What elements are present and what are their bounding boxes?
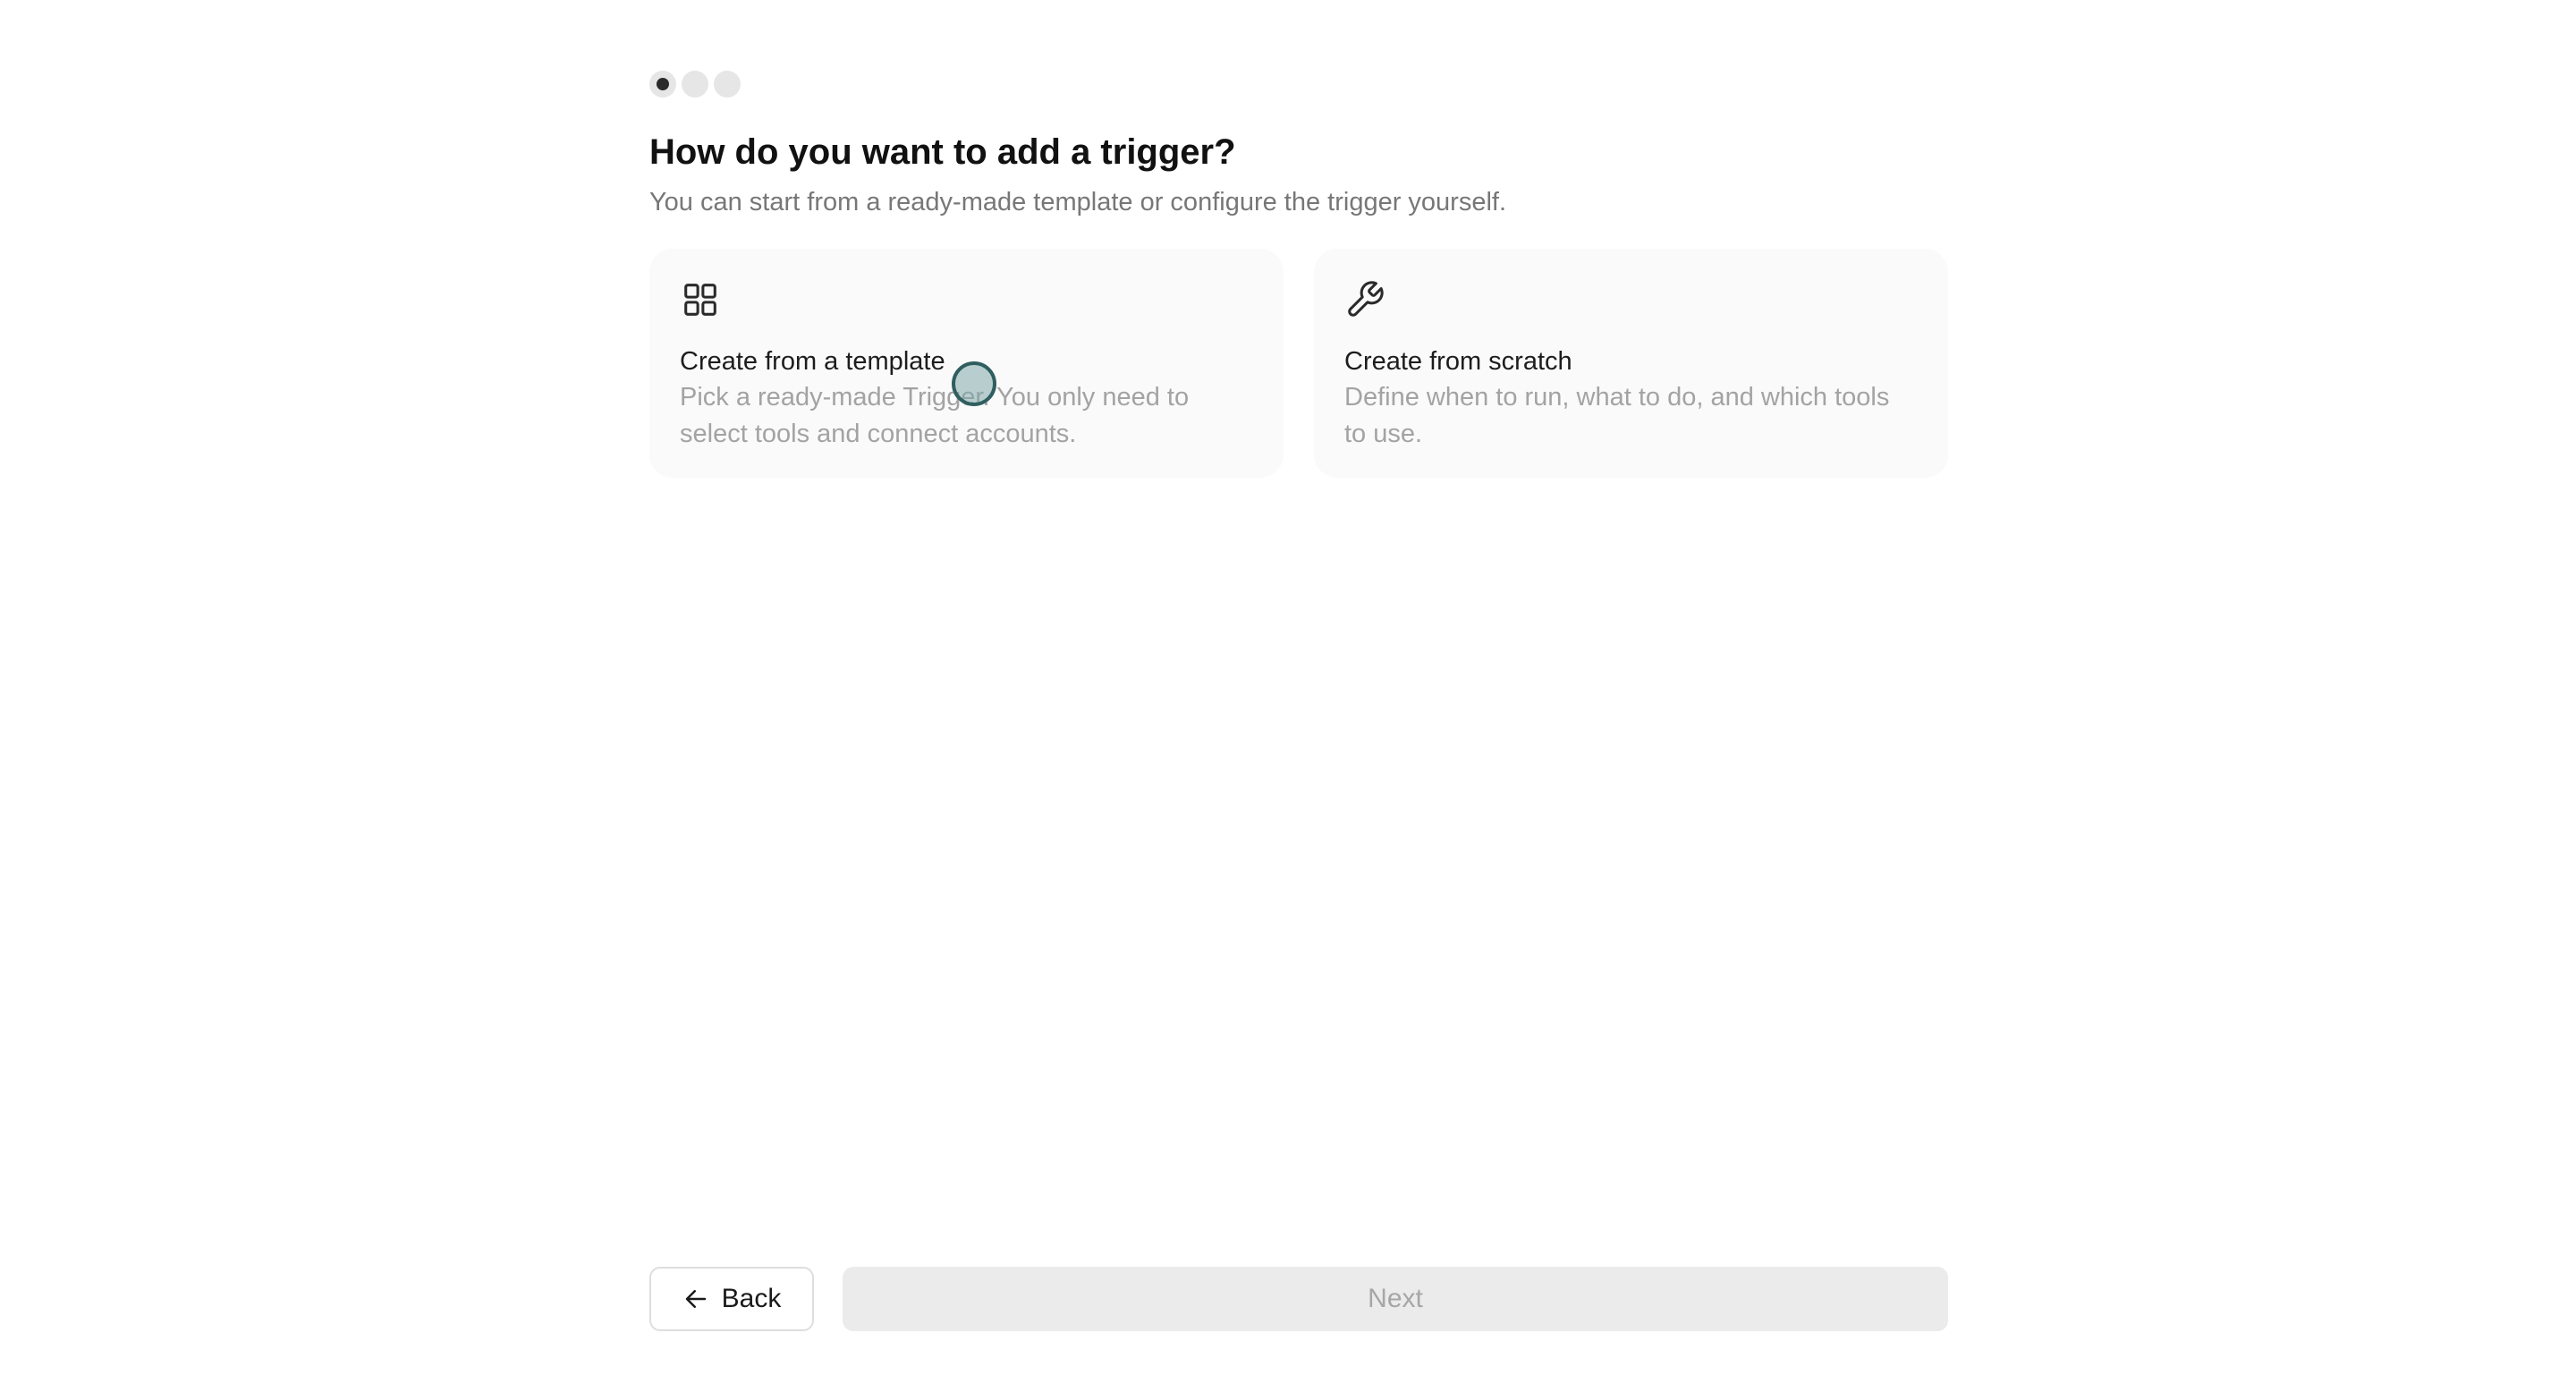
- create-from-scratch-card[interactable]: Create from scratch Define when to run, …: [1314, 249, 1948, 478]
- wrench-icon: [1344, 279, 1385, 320]
- step-dot-2: [682, 71, 708, 98]
- step-dot-1: [649, 71, 676, 98]
- arrow-left-icon: [682, 1286, 709, 1312]
- page-title: How do you want to add a trigger?: [649, 132, 1236, 172]
- trigger-wizard: How do you want to add a trigger? You ca…: [649, 0, 1948, 1392]
- grid-icon: [680, 279, 721, 320]
- card-description: Pick a ready-made Trigger. You only need…: [680, 383, 1190, 448]
- back-button[interactable]: Back: [649, 1267, 814, 1331]
- back-button-label: Back: [721, 1284, 782, 1313]
- page-subtitle: You can start from a ready-made template…: [649, 188, 1507, 216]
- card-title: Create from scratch: [1344, 347, 1572, 376]
- create-from-template-card[interactable]: Create from a template Pick a ready-made…: [649, 249, 1284, 478]
- next-button[interactable]: Next: [843, 1267, 1948, 1331]
- page: How do you want to add a trigger? You ca…: [0, 0, 2576, 1392]
- step-indicator: [649, 70, 741, 98]
- card-title: Create from a template: [680, 347, 945, 376]
- option-cards: Create from a template Pick a ready-made…: [649, 249, 1948, 478]
- step-dot-3: [714, 71, 741, 98]
- card-description: Define when to run, what to do, and whic…: [1344, 383, 1890, 448]
